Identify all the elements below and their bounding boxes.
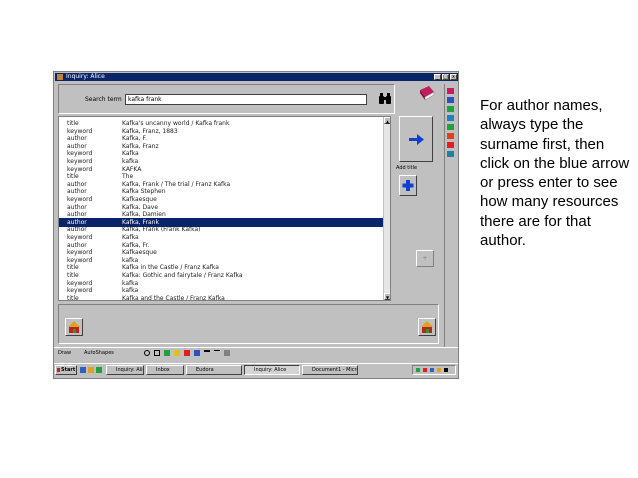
start-label: Start bbox=[61, 367, 76, 373]
toolbar-icon-3[interactable] bbox=[447, 106, 454, 112]
go-arrow-button[interactable] bbox=[399, 116, 433, 162]
toolbar-icon-8[interactable] bbox=[447, 151, 454, 157]
binoculars-icon[interactable] bbox=[377, 91, 393, 107]
tray-icon[interactable] bbox=[444, 368, 448, 372]
quicklaunch-icon-3[interactable] bbox=[96, 367, 102, 373]
vertical-scrollbar[interactable]: ▲ ▼ bbox=[383, 117, 390, 300]
system-tray bbox=[412, 365, 456, 375]
plus-icon bbox=[402, 180, 414, 191]
home-right-button[interactable] bbox=[418, 318, 436, 336]
quicklaunch-icon-2[interactable] bbox=[88, 367, 94, 373]
list-item-field: title bbox=[67, 294, 79, 301]
task-button[interactable]: Document1 - Micros... bbox=[302, 365, 358, 375]
tray-icon[interactable] bbox=[416, 368, 420, 372]
scroll-up-arrow[interactable]: ▲ bbox=[384, 117, 390, 124]
window-title: Inquiry: Alice bbox=[66, 73, 105, 80]
bottom-panel bbox=[58, 304, 439, 344]
app-icon bbox=[57, 74, 63, 80]
task-button[interactable]: Inquiry: Alice bbox=[106, 365, 144, 375]
close-button[interactable]: x bbox=[450, 74, 457, 80]
results-list[interactable]: title Kafka's uncanny world / Kafka frank… bbox=[58, 116, 391, 301]
add-button[interactable] bbox=[399, 175, 417, 196]
scroll-down-arrow[interactable]: ▼ bbox=[384, 293, 390, 300]
task-button[interactable]: Eudora bbox=[186, 365, 242, 375]
toolbar-icon-7[interactable] bbox=[447, 142, 454, 148]
search-input[interactable] bbox=[125, 94, 367, 105]
fill-color-icon[interactable] bbox=[174, 350, 180, 356]
autoshapes-menu[interactable]: AutoShapes bbox=[84, 350, 114, 356]
home-left-button[interactable] bbox=[65, 318, 83, 336]
toolbar-icon-5[interactable] bbox=[447, 124, 454, 130]
disabled-button[interactable]: + bbox=[416, 250, 434, 267]
windows-flag-icon bbox=[57, 368, 60, 372]
instructions-text: For author names, always type the surnam… bbox=[480, 97, 630, 250]
toolbar-icon-2[interactable] bbox=[447, 97, 454, 103]
book-icon[interactable] bbox=[418, 84, 436, 102]
oval-icon[interactable] bbox=[144, 350, 150, 356]
toolbar-icon-6[interactable] bbox=[447, 133, 454, 139]
quicklaunch-icon-1[interactable] bbox=[80, 367, 86, 373]
tray-icon[interactable] bbox=[423, 368, 427, 372]
arrow-right-icon bbox=[409, 134, 424, 145]
tray-icon[interactable] bbox=[437, 368, 441, 372]
add-title-label: Add title bbox=[396, 165, 418, 171]
line-style-icon[interactable] bbox=[204, 350, 210, 356]
start-button[interactable]: Start bbox=[55, 365, 77, 375]
right-toolbar bbox=[444, 84, 457, 360]
toolbar-icon-1[interactable] bbox=[447, 88, 454, 94]
app-window: Inquiry: Alice _ □ x Search term titleKa… bbox=[53, 71, 459, 379]
taskbar: Start Inquiry: Alice Inbox Eudora Inquir… bbox=[54, 363, 458, 377]
dash-style-icon[interactable] bbox=[214, 350, 220, 356]
font-color-icon[interactable] bbox=[184, 350, 190, 356]
house-icon bbox=[421, 321, 433, 333]
minimize-button[interactable]: _ bbox=[434, 74, 441, 80]
list-item-value: Kafka and the Castle / Franz Kafka bbox=[122, 294, 225, 301]
tray-icon[interactable] bbox=[430, 368, 434, 372]
textbox-icon[interactable] bbox=[154, 350, 160, 356]
house-icon bbox=[68, 321, 80, 333]
title-bar: Inquiry: Alice _ □ x bbox=[55, 73, 458, 81]
shadow-icon[interactable] bbox=[224, 350, 230, 356]
drawing-toolbar: Draw AutoShapes bbox=[54, 347, 458, 360]
line-color-icon[interactable] bbox=[194, 350, 200, 356]
draw-menu[interactable]: Draw bbox=[58, 350, 71, 356]
task-button-active[interactable]: Inquiry: Alice bbox=[244, 365, 300, 375]
maximize-button[interactable]: □ bbox=[442, 74, 449, 80]
search-panel: Search term bbox=[58, 84, 395, 114]
clipart-icon[interactable] bbox=[164, 350, 170, 356]
toolbar-icon-4[interactable] bbox=[447, 115, 454, 121]
search-label: Search term bbox=[85, 96, 122, 103]
task-button[interactable]: Inbox bbox=[146, 365, 184, 375]
list-item[interactable]: title Kafka and the Castle / Franz Kafka bbox=[59, 294, 383, 301]
